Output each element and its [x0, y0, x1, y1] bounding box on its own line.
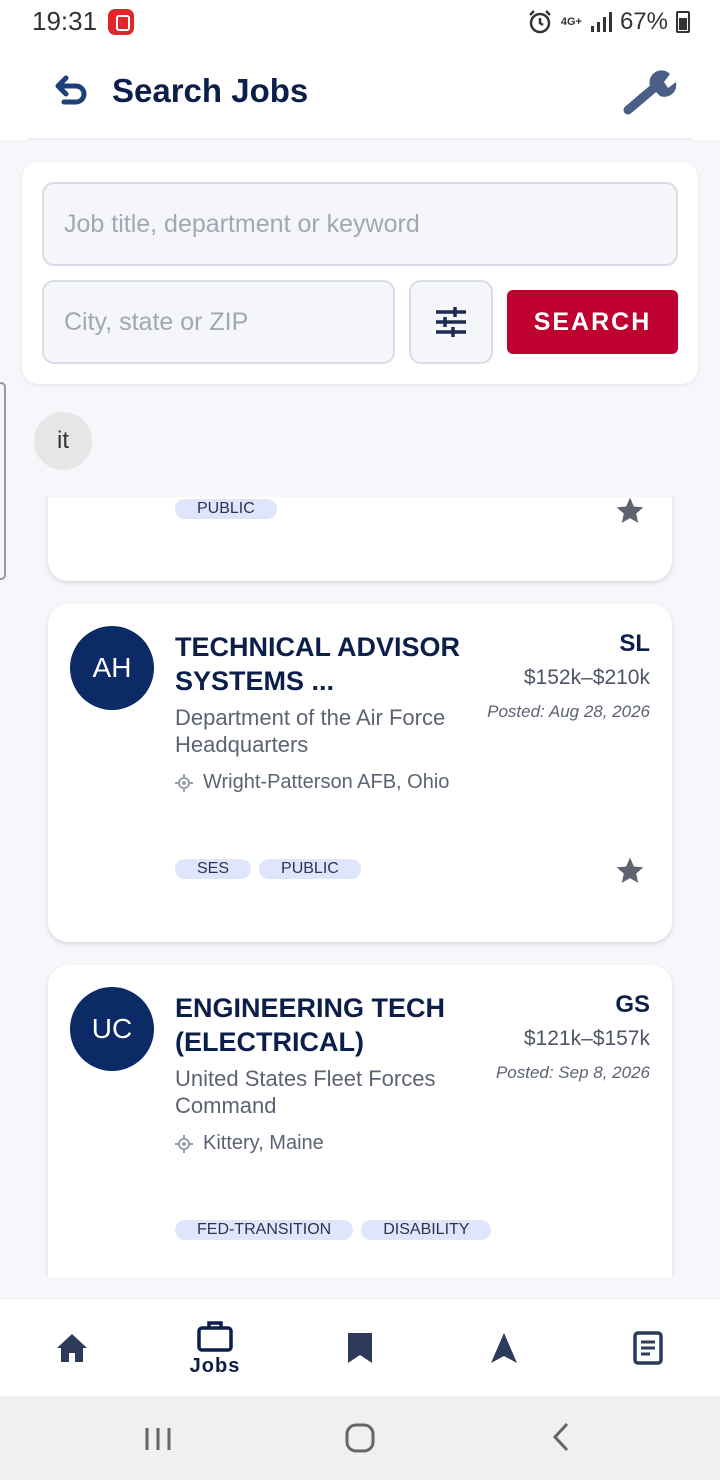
status-time: 19:31: [32, 6, 98, 36]
nav-jobs[interactable]: Jobs: [180, 1299, 250, 1397]
location-text: Wright-Patterson AFB, Ohio: [203, 771, 450, 793]
tag: PUBLIC: [259, 859, 361, 879]
job-location: Wright-Patterson AFB, Ohio: [175, 771, 449, 794]
nav-navigate[interactable]: [474, 1299, 534, 1397]
header-divider: [28, 138, 692, 140]
nav-applications[interactable]: [618, 1299, 678, 1397]
tag-list: PUBLIC: [175, 499, 277, 519]
recent-apps-icon[interactable]: [144, 1426, 172, 1452]
tag-list: FED-TRANSITION DISABILITY: [175, 1220, 492, 1240]
posted-date: Posted: Sep 8, 2026: [495, 1063, 650, 1082]
posted-date: Posted: Aug 28, 2026: [487, 702, 650, 721]
salary-range: $121k–$157k: [523, 1027, 650, 1050]
home-circle-icon[interactable]: [344, 1422, 376, 1454]
system-nav-bar: [0, 1396, 720, 1480]
search-button[interactable]: SEARCH: [507, 290, 678, 354]
alarm-icon: [528, 10, 551, 34]
agency-avatar: UC: [70, 987, 154, 1071]
home-icon: [57, 1334, 87, 1362]
navigation-icon: [491, 1333, 517, 1363]
query-chip[interactable]: it: [34, 412, 92, 470]
search-card: Job title, department or keyword City, s…: [22, 162, 698, 384]
location-input[interactable]: City, state or ZIP: [42, 280, 395, 364]
location-text: Kittery, Maine: [203, 1132, 324, 1154]
tag: PUBLIC: [175, 499, 277, 519]
tag: FED-TRANSITION: [175, 1220, 354, 1240]
bottom-nav: Jobs: [0, 1298, 720, 1396]
briefcase-icon: [197, 1320, 233, 1352]
nav-saved[interactable]: [330, 1299, 390, 1397]
star-icon[interactable]: [614, 497, 646, 527]
pay-grade: SL: [619, 630, 650, 657]
battery-percent: 67%: [619, 8, 668, 35]
department: Department of the Air Force Headquarters: [175, 705, 446, 757]
nav-jobs-label: Jobs: [189, 1354, 241, 1377]
agency-avatar: AH: [70, 626, 154, 710]
back-icon[interactable]: [50, 72, 94, 116]
filter-button[interactable]: [409, 280, 493, 364]
tag: DISABILITY: [361, 1220, 492, 1240]
pay-grade: GS: [615, 991, 650, 1018]
job-title[interactable]: ENGINEERING TECH (ELECTRICAL): [175, 991, 475, 1059]
back-nav-icon[interactable]: [550, 1422, 572, 1452]
star-icon[interactable]: [614, 855, 646, 887]
signal-icon: [590, 12, 612, 32]
location-pin-icon: [175, 773, 193, 792]
document-icon: [633, 1331, 663, 1365]
job-card[interactable]: PUBLIC: [48, 497, 672, 581]
keyword-input[interactable]: Job title, department or keyword: [42, 182, 678, 266]
job-card[interactable]: UC ENGINEERING TECH (ELECTRICAL) GS $121…: [48, 965, 672, 1277]
job-location: Kittery, Maine: [175, 1132, 324, 1155]
page-title: Search Jobs: [112, 72, 309, 109]
job-card[interactable]: AH TECHNICAL ADVISOR SYSTEMS ... SL $152…: [48, 604, 672, 942]
nav-home[interactable]: [42, 1299, 102, 1397]
location-pin-icon: [175, 1134, 193, 1153]
app-header: Search Jobs: [0, 44, 720, 140]
status-indicators: 4G+ 67%: [527, 8, 690, 36]
job-title[interactable]: TECHNICAL ADVISOR SYSTEMS ...: [175, 630, 475, 698]
bookmark-icon: [348, 1333, 372, 1363]
job-list[interactable]: PUBLIC AH TECHNICAL ADVISOR SYSTEMS ... …: [0, 497, 720, 1277]
tag: SES: [175, 859, 252, 879]
notification-app-icon: [108, 9, 134, 35]
network-type: 4G+: [560, 15, 582, 28]
department: United States Fleet Forces Command: [175, 1066, 436, 1118]
salary-range: $152k–$210k: [523, 666, 650, 689]
wrench-icon[interactable]: [620, 66, 680, 118]
battery-icon: [676, 11, 690, 33]
tag-list: SES PUBLIC: [175, 859, 361, 879]
status-bar: 19:31 4G+ 67%: [0, 0, 720, 44]
filter-sliders-icon: [436, 307, 466, 337]
